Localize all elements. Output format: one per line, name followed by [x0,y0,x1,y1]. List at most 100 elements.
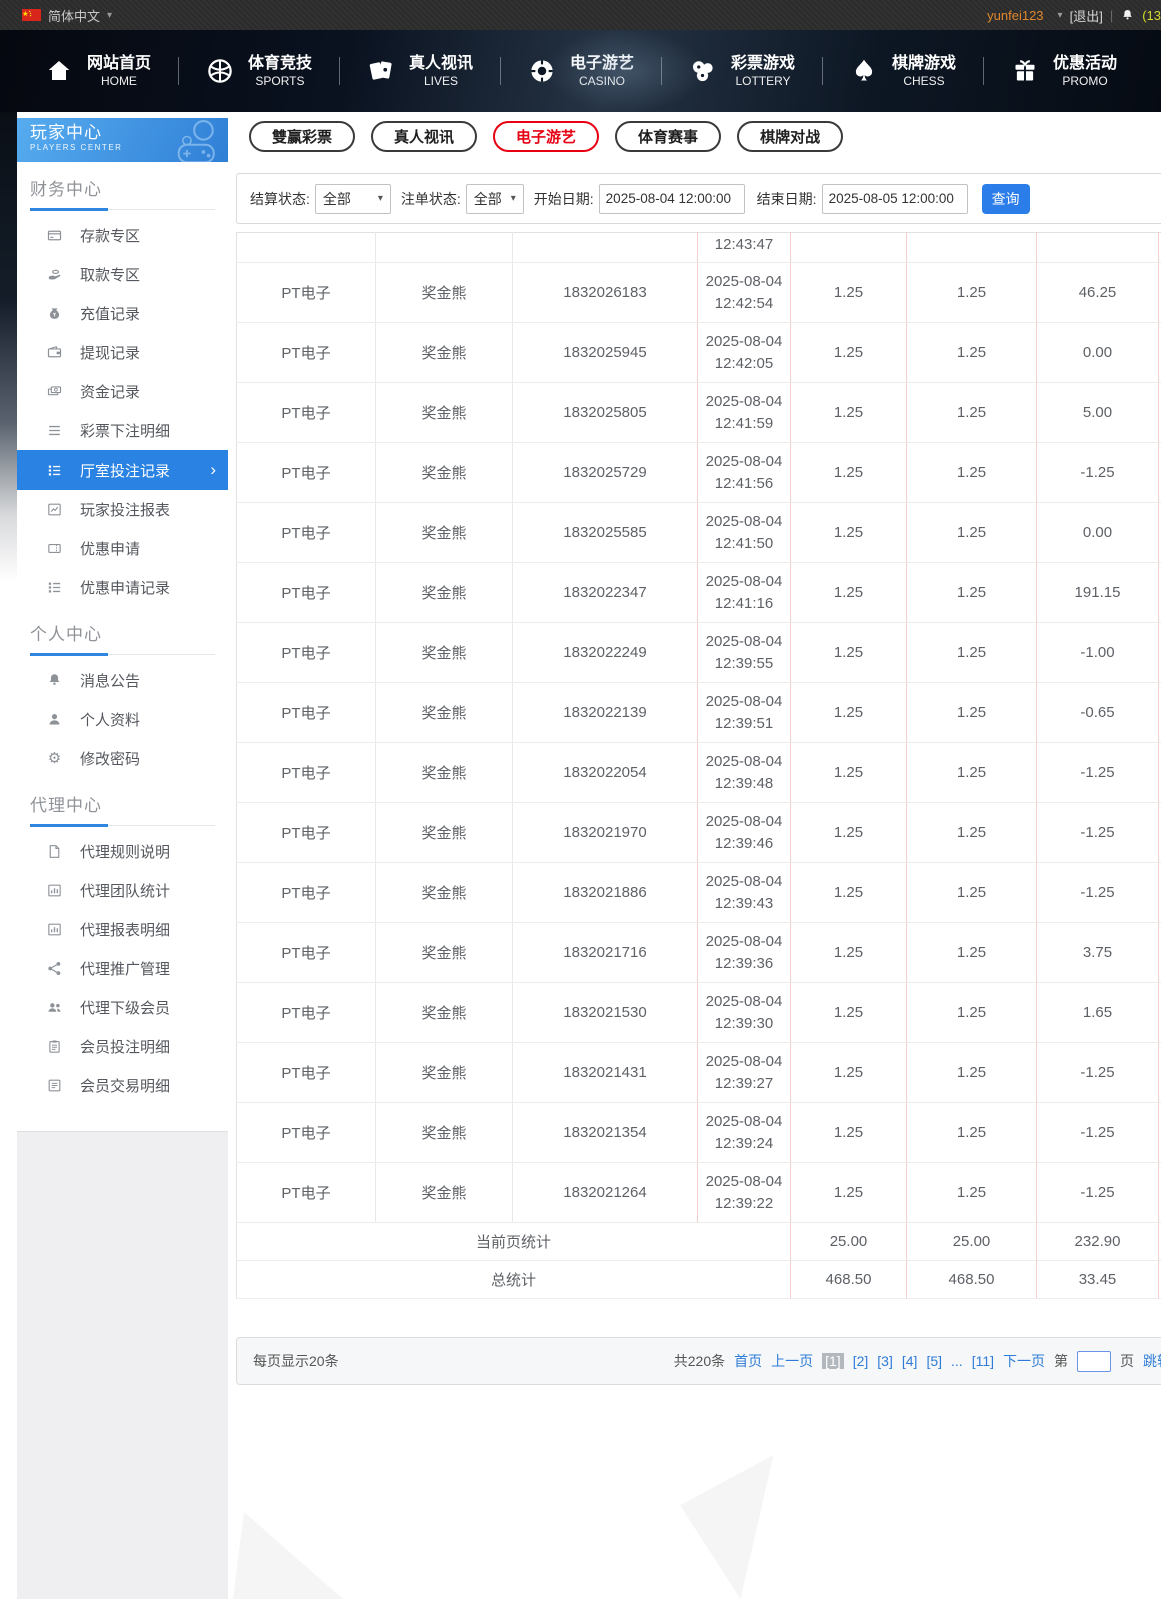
prev-page-link[interactable]: 上一页 [771,1351,813,1371]
nav-label-zh: 电子游艺 [570,54,634,74]
banknotes-icon [46,383,63,400]
table-row: PT电子奖金熊18320217162025-08-0412:39:361.251… [237,923,1161,983]
sidebar-item-label: 代理下级会员 [80,997,170,1018]
sidebar-item[interactable]: 充值记录 [17,294,228,333]
cell: 1.25 [907,323,1037,383]
sidebar-item[interactable]: 优惠申请记录 [17,568,228,607]
nav-item-casino[interactable]: 电子游艺CASINO [500,48,661,94]
table-row: PT电子奖金熊18320214312025-08-0412:39:271.251… [237,1043,1161,1103]
nav-label-zh: 网站首页 [87,54,151,74]
nav-labels: 网站首页HOME [87,54,151,89]
page-stats-row: 当前页统计25.0025.00232.90 [237,1223,1161,1261]
sidebar-item[interactable]: 代理推广管理 [17,949,228,988]
gift-icon [1010,56,1040,86]
chevron-down-icon[interactable]: ▾ [107,10,112,21]
cell: 1.25 [791,863,907,923]
sidebar-item[interactable]: 代理规则说明 [17,832,228,871]
nav-labels: 棋牌游戏CHESS [892,54,956,89]
nav-item-home[interactable]: 网站首页HOME [17,48,178,94]
table-row: PT电子奖金熊18320220542025-08-0412:39:481.251… [237,743,1161,803]
cell: 1.25 [907,443,1037,503]
logout-link[interactable]: [退出] [1070,6,1103,25]
nav-item-chess[interactable]: 棋牌游戏CHESS [822,48,983,94]
nav-item-promo[interactable]: 优惠活动PROMO [983,48,1144,94]
page-link-3[interactable]: [3] [877,1353,893,1369]
cell: 1832021431 [513,1043,698,1103]
sidebar-item[interactable]: 资金记录 [17,372,228,411]
cell [791,233,907,263]
sidebar-item[interactable]: 代理下级会员 [17,988,228,1027]
cell: 1.25 [791,443,907,503]
tab-1[interactable]: 雙赢彩票 [249,121,355,152]
sidebar-item[interactable]: 优惠申请 [17,529,228,568]
time: 12:39:46 [698,833,790,855]
cell: 奖金熊 [376,1103,513,1163]
cell: 1.25 [907,743,1037,803]
cell-datetime: 2025-08-0412:39:55 [698,623,791,683]
tab-2[interactable]: 真人视讯 [371,121,477,152]
end-date-input[interactable] [822,184,968,214]
notice-count[interactable]: (13 [1142,8,1161,23]
table-row: PT电子奖金熊18320259452025-08-0412:42:051.251… [237,323,1161,383]
sidebar-item[interactable]: 代理团队统计 [17,871,228,910]
table-row: PT电子奖金熊18320223472025-08-0412:41:161.251… [237,563,1161,623]
jump-go-link[interactable]: 跳转 [1143,1351,1161,1371]
cell: 1.25 [791,623,907,683]
sidebar-item[interactable]: 代理报表明细 [17,910,228,949]
sidebar-item[interactable]: 会员交易明细 [17,1066,228,1105]
nav-item-sports[interactable]: 体育竞技SPORTS [178,48,339,94]
last-page-link[interactable]: [11] [972,1353,994,1369]
user-chevron-down-icon[interactable]: ▾ [1058,10,1063,21]
cell: 奖金熊 [376,323,513,383]
main-nav: 网站首页HOME 体育竞技SPORTS 真人视讯LIVES 电子游艺CASINO 彩票游… [0,30,1161,112]
sidebar-item[interactable]: 会员投注明细 [17,1027,228,1066]
sidebar-item-label: 代理规则说明 [80,841,170,862]
cell: PT电子 [237,923,376,983]
first-page-link[interactable]: 首页 [734,1351,762,1371]
nav-item-lottery[interactable]: 彩票游戏LOTTERY [661,48,822,94]
sidebar: 玩家中心 PLAYERS CENTER 财务中心存款专区取款专区充值记录提现记录… [17,118,228,1132]
sidebar-menu: 财务中心存款专区取款专区充值记录提现记录资金记录彩票下注明细厅室投注记录›玩家投… [17,162,228,1105]
page-link-2[interactable]: [2] [853,1353,869,1369]
cell: 1832025945 [513,323,698,383]
sidebar-item[interactable]: 个人资料 [17,700,228,739]
nav-item-lives[interactable]: 真人视讯LIVES [339,48,500,94]
sidebar-item-label: 厅室投注记录 [80,460,170,481]
settle-status-select[interactable]: 全部 ▾ [315,184,391,214]
sidebar-item[interactable]: 取款专区 [17,255,228,294]
tab-4[interactable]: 体育赛事 [615,121,721,152]
page-link-1[interactable]: [1] [822,1353,844,1369]
cell: 1832021354 [513,1103,698,1163]
cell: 5.00 [1037,383,1159,443]
language-selector[interactable]: 简体中文 [48,6,100,25]
nav-labels: 电子游艺CASINO [570,54,634,89]
cell: PT电子 [237,1103,376,1163]
sidebar-item[interactable]: 消息公告 [17,661,228,700]
category-tabs: 雙赢彩票真人视讯电子游艺体育赛事棋牌对战 [236,112,1161,152]
sidebar-item[interactable]: 彩票下注明细 [17,411,228,450]
sidebar-item[interactable]: 提现记录 [17,333,228,372]
cell: PT电子 [237,1043,376,1103]
search-button[interactable]: 查询 [982,184,1030,214]
username[interactable]: yunfei123 [987,8,1043,23]
bell-icon[interactable] [1120,8,1135,23]
tab-5[interactable]: 棋牌对战 [737,121,843,152]
next-page-link[interactable]: 下一页 [1003,1351,1045,1371]
jump-page-input[interactable] [1077,1351,1111,1372]
sidebar-item[interactable]: 玩家投注报表 [17,490,228,529]
table-row: PT电子奖金熊18320261832025-08-0412:42:541.251… [237,263,1161,323]
cell: PT电子 [237,443,376,503]
sidebar-item[interactable]: 厅室投注记录› [17,450,228,490]
date: 2025-08-04 [698,331,790,353]
start-date-input[interactable] [599,184,745,214]
page-link-4[interactable]: [4] [902,1353,918,1369]
nav-labels: 体育竞技SPORTS [248,54,312,89]
nav-label-en: HOME [101,74,137,89]
sidebar-section-label: 财务中心 [30,162,215,200]
tab-3[interactable]: 电子游艺 [493,121,599,152]
sidebar-item[interactable]: 存款专区 [17,216,228,255]
page-link-5[interactable]: [5] [926,1353,942,1369]
cell: 奖金熊 [376,1163,513,1223]
order-status-select[interactable]: 全部 ▾ [466,184,524,214]
sidebar-item[interactable]: ⚙修改密码 [17,739,228,778]
